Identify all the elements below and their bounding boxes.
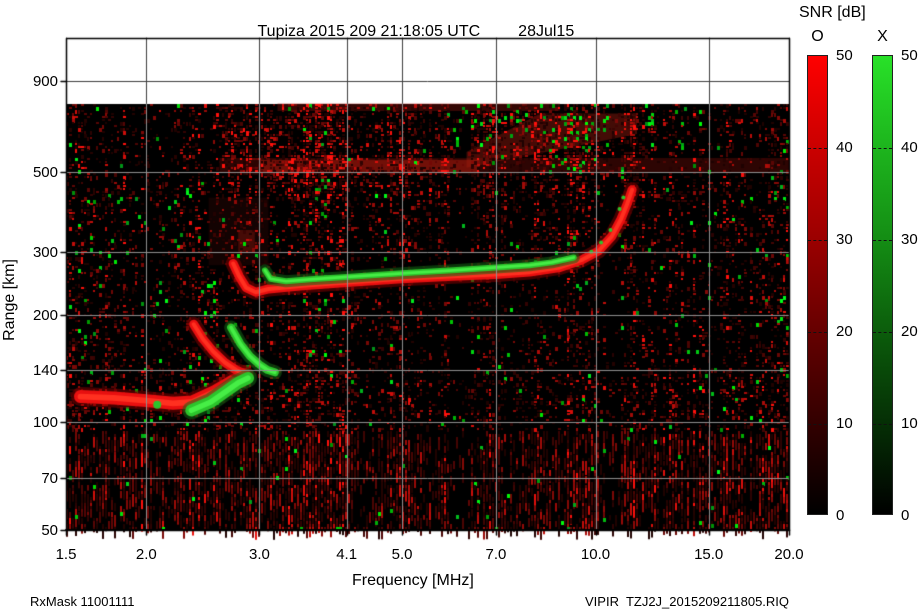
colorbar-tick-dash: [873, 332, 892, 333]
x-tick-label: 15.0: [687, 546, 731, 563]
ionogram-plot-canvas: [0, 0, 922, 614]
colorbar-tick-label: 10: [901, 415, 918, 432]
x-tick-label: 10.0: [574, 546, 618, 563]
colorbar-tick-label: 0: [901, 507, 909, 524]
snr-colorbar-title: SNR [dB]: [799, 4, 866, 22]
colorbar-tick-label: 50: [836, 47, 853, 64]
colorbar-tick-label: 0: [836, 507, 844, 524]
y-axis-title: Range [km]: [1, 230, 19, 370]
colorbar-tick-label: 30: [901, 231, 918, 248]
colorbar-tick-label: 50: [901, 47, 918, 64]
x-mode-label: X: [872, 28, 893, 46]
x-tick-label: 5.0: [380, 546, 424, 563]
x-tick-label: 7.0: [474, 546, 518, 563]
x-tick-label: 3.0: [237, 546, 281, 563]
colorbar-tick-dash: [873, 148, 892, 149]
plot-title-main: Tupiza 2015 209 21:18:05 UTC: [258, 23, 481, 40]
x-mode-colorbar: [872, 55, 893, 515]
y-tick-label: 200: [14, 307, 58, 324]
x-tick-label: 20.0: [767, 546, 811, 563]
colorbar-tick-dash: [873, 424, 892, 425]
x-tick-label: 4.1: [325, 546, 369, 563]
y-tick-label: 140: [14, 362, 58, 379]
plot-title: Tupiza 2015 209 21:18:05 UTC 28Jul15: [240, 5, 574, 59]
x-axis-title: Frequency [MHz]: [352, 572, 474, 590]
o-mode-colorbar: [807, 55, 828, 515]
colorbar-tick-label: 20: [901, 323, 918, 340]
colorbar-tick-label: 40: [836, 139, 853, 156]
colorbar-tick-dash: [808, 240, 827, 241]
colorbar-tick-label: 40: [901, 139, 918, 156]
colorbar-tick-dash: [873, 240, 892, 241]
y-tick-label: 100: [14, 414, 58, 431]
y-tick-label: 70: [14, 470, 58, 487]
colorbar-tick-label: 10: [836, 415, 853, 432]
y-tick-label: 300: [14, 244, 58, 261]
x-tick-label: 2.0: [124, 546, 168, 563]
x-tick-label: 1.5: [44, 546, 88, 563]
colorbar-tick-dash: [808, 148, 827, 149]
colorbar-tick-label: 30: [836, 231, 853, 248]
plot-title-date: 28Jul15: [518, 23, 574, 40]
o-mode-label: O: [807, 28, 828, 46]
rxmask-label: RxMask 11001111: [30, 594, 135, 609]
y-tick-label: 900: [14, 73, 58, 90]
y-tick-label: 50: [14, 522, 58, 539]
colorbar-tick-dash: [808, 424, 827, 425]
colorbar-tick-label: 20: [836, 323, 853, 340]
ionogram-page: Tupiza 2015 209 21:18:05 UTC 28Jul15 SNR …: [0, 0, 922, 614]
y-tick-label: 500: [14, 164, 58, 181]
colorbar-tick-dash: [808, 332, 827, 333]
data-file-label: VIPIR TZJ2J_2015209211805.RIQ: [585, 594, 789, 609]
